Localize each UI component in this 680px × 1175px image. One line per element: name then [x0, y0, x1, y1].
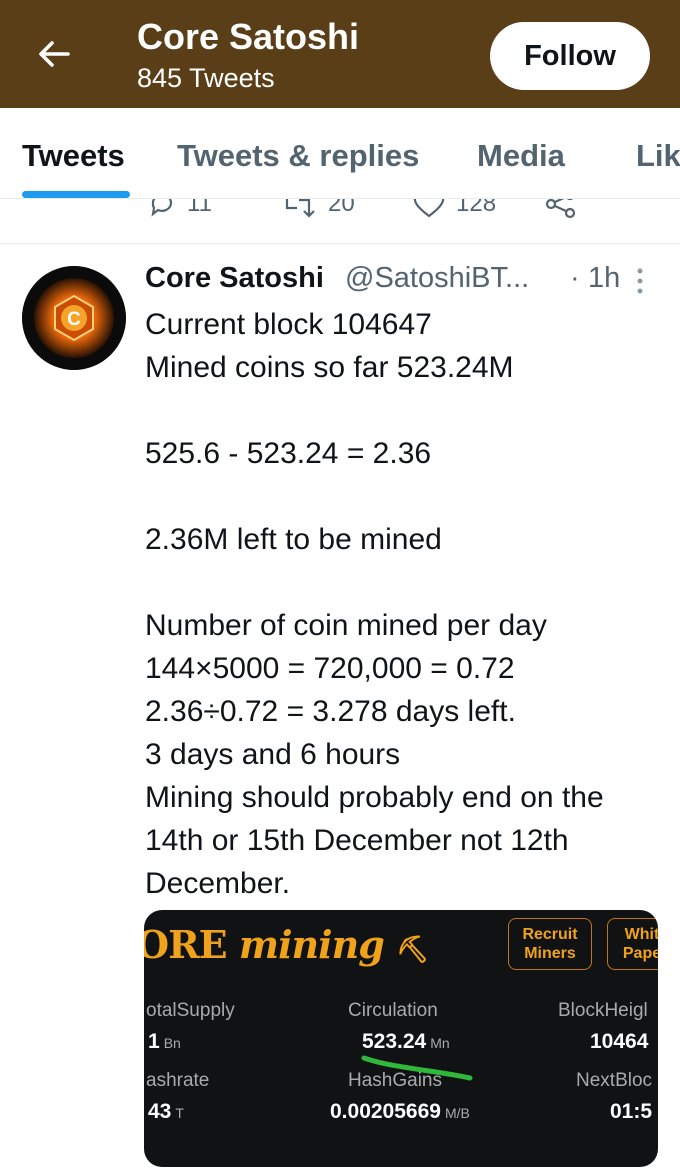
- block-height-label: BlockHeigl: [558, 1000, 648, 1021]
- paper-label: Pape: [622, 945, 658, 962]
- tab-tweets-replies[interactable]: Tweets & replies: [177, 138, 419, 174]
- tweet-line: Mining should probably end on the: [145, 781, 604, 814]
- profile-header: Core Satoshi 845 Tweets Follow: [0, 0, 680, 108]
- hashrate-value: 43 T: [148, 1100, 184, 1123]
- tweet-line: Number of coin mined per day: [145, 609, 547, 642]
- recruit-label: Recruit: [522, 926, 578, 943]
- like-action[interactable]: 128: [412, 199, 496, 219]
- next-block-label: NextBloc: [576, 1070, 653, 1091]
- reply-count: 11: [187, 199, 212, 217]
- tweet-line: [145, 389, 665, 432]
- heart-icon: [413, 199, 445, 218]
- tweet-line: 525.6 - 523.24 = 2.36: [145, 437, 432, 470]
- svg-text:C: C: [67, 309, 81, 330]
- author-handle[interactable]: @SatoshiBT...: [345, 262, 529, 295]
- core-mining-logo: ORE mining ⛏: [144, 922, 429, 967]
- retweet-icon: [285, 199, 315, 218]
- follow-button[interactable]: Follow: [490, 22, 650, 90]
- tab-media[interactable]: Media: [477, 138, 565, 174]
- tweet-line: [145, 561, 665, 604]
- logo-mining-text: mining: [238, 922, 385, 967]
- tweet-line: December.: [145, 867, 291, 900]
- tab-likes[interactable]: Lik: [636, 138, 680, 174]
- tweet-line: [145, 475, 665, 518]
- whitepaper-button[interactable]: Whit Pape: [607, 918, 658, 970]
- block-height-value: 10464: [590, 1030, 649, 1053]
- more-options-icon[interactable]: [635, 266, 645, 296]
- logo-core-text: ORE: [144, 922, 228, 967]
- active-tab-indicator: [22, 191, 130, 198]
- previous-tweet-actions: 11 20 128: [0, 199, 680, 244]
- total-supply-label: otalSupply: [146, 1000, 235, 1021]
- retweet-action[interactable]: 20: [278, 199, 355, 219]
- next-block-value: 01:5: [610, 1100, 653, 1123]
- profile-name: Core Satoshi: [137, 16, 360, 57]
- tweet-line: 144×5000 = 720,000 = 0.72: [145, 652, 515, 685]
- retweet-count: 20: [328, 199, 355, 217]
- tweet-count: 845 Tweets: [137, 63, 275, 93]
- miners-label: Miners: [524, 945, 576, 962]
- tab-tweets[interactable]: Tweets: [22, 138, 125, 174]
- share-action[interactable]: [545, 199, 577, 219]
- reply-icon: [151, 199, 173, 217]
- hash-gains-label: HashGains: [348, 1070, 442, 1091]
- tweet-line: 3 days and 6 hours: [145, 738, 401, 771]
- separator-dot: ·: [570, 262, 580, 294]
- tweet-line: 2.36÷0.72 = 3.278 days left.: [145, 695, 516, 728]
- tweet-line: 14th or 15th December not 12th: [145, 824, 569, 857]
- hashrate-label: ashrate: [146, 1070, 210, 1091]
- like-count: 128: [456, 199, 497, 217]
- recruit-miners-button[interactable]: Recruit Miners: [508, 918, 592, 970]
- avatar[interactable]: C: [22, 266, 126, 370]
- core-logo-icon: C: [22, 266, 126, 370]
- back-arrow-icon[interactable]: [34, 34, 74, 74]
- tweet-header: Core Satoshi @SatoshiBT... · 1h: [145, 262, 665, 302]
- reply-action[interactable]: 11: [147, 199, 212, 219]
- total-supply-value: 1 Bn: [148, 1030, 181, 1053]
- tweet-media-image[interactable]: ORE mining ⛏ Recruit Miners Whit Pape ot…: [144, 910, 658, 1167]
- author-name[interactable]: Core Satoshi: [145, 262, 324, 295]
- circulation-label: Circulation: [348, 1000, 438, 1021]
- white-label: Whit: [624, 926, 658, 943]
- tweet-line: Current block 104647: [145, 308, 432, 341]
- tweet-line: 2.36M left to be mined: [145, 523, 442, 556]
- share-icon: [545, 199, 576, 219]
- tweet-text: Current block 104647 Mined coins so far …: [145, 303, 665, 905]
- miner-icon: ⛏: [396, 935, 429, 965]
- tweet-line: Mined coins so far 523.24M: [145, 351, 514, 384]
- profile-tabs: Tweets Tweets & replies Media Lik: [0, 108, 680, 199]
- hash-gains-value: 0.00205669 M/B: [330, 1100, 470, 1123]
- tweet-timestamp[interactable]: 1h: [588, 262, 620, 295]
